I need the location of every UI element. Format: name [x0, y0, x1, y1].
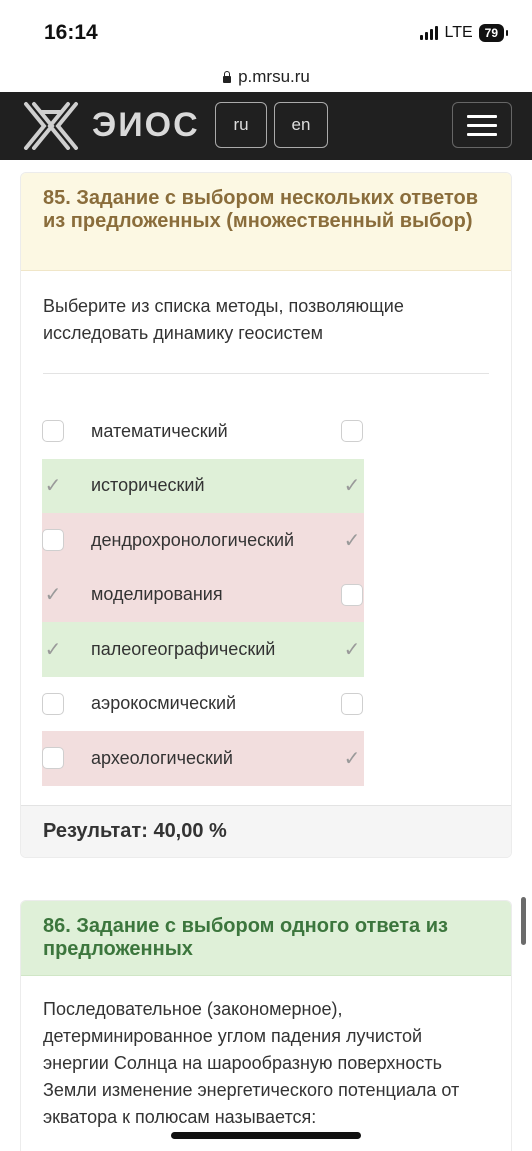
option-label: аэрокосмический: [91, 693, 237, 714]
question-text: Последовательное (закономерное), детерми…: [43, 999, 460, 1127]
menu-button[interactable]: [452, 102, 512, 148]
option-label: моделирования: [91, 584, 223, 605]
hamburger-icon: [467, 114, 497, 118]
site-header: ЭИОС ru en: [0, 92, 532, 160]
option-row: аэрокосмический: [42, 677, 364, 732]
url-text: p.mrsu.ru: [238, 67, 310, 86]
answer-checkbox[interactable]: ✓: [42, 638, 64, 661]
answer-checkbox[interactable]: ✓: [42, 584, 64, 606]
correct-answer-checkbox: [341, 583, 363, 606]
answer-checkbox[interactable]: [42, 747, 64, 770]
option-row: дендрохронологический ✓: [42, 513, 364, 568]
option-row: ✓ моделирования: [42, 567, 364, 622]
status-indicators: LTE 79: [420, 24, 509, 42]
question-title: 85. Задание с выбором нескольких ответов…: [21, 173, 511, 271]
answer-checkbox[interactable]: ✓: [42, 475, 64, 497]
options-list: математический ✓ исторический ✓ дендрохронол…: [42, 404, 364, 786]
correct-answer-checkbox: ✓: [343, 747, 361, 770]
url-bar[interactable]: p.mrsu.ru: [0, 62, 532, 92]
lang-en-button[interactable]: en: [274, 102, 328, 148]
option-row: математический: [42, 404, 364, 459]
logo[interactable]: ЭИОС: [20, 100, 200, 150]
correct-answer-checkbox: ✓: [343, 475, 361, 498]
option-label: математический: [91, 420, 228, 441]
correct-answer-checkbox: [341, 420, 363, 443]
lang-ru-button[interactable]: ru: [215, 102, 267, 148]
lock-icon: [222, 71, 232, 83]
option-label: палеогеографический: [91, 638, 276, 659]
option-label: дендрохронологический: [91, 529, 295, 550]
network-type: LTE: [444, 24, 473, 41]
status-bar: 16:14 LTE 79: [0, 0, 532, 62]
status-time: 16:14: [44, 21, 98, 44]
question-card-86: 86. Задание с выбором одного ответа из п…: [20, 900, 512, 1151]
option-row: ✓ палеогеографический ✓: [42, 622, 364, 677]
question-card-85: 85. Задание с выбором нескольких ответов…: [20, 172, 512, 858]
option-row: ✓ исторический ✓: [42, 458, 364, 513]
logo-text: ЭИОС: [92, 105, 200, 144]
correct-answer-checkbox: ✓: [343, 529, 361, 552]
option-label: археологический: [91, 747, 233, 768]
option-label: исторический: [91, 475, 205, 496]
logo-icon: [24, 102, 78, 150]
divider: [43, 373, 489, 374]
home-indicator[interactable]: [171, 1132, 361, 1139]
battery-icon: 79: [478, 24, 509, 42]
answer-checkbox[interactable]: [42, 692, 64, 715]
option-row: археологический ✓: [42, 731, 364, 786]
scrollbar[interactable]: [521, 897, 526, 945]
correct-answer-checkbox: [341, 692, 363, 715]
signal-icon: [420, 26, 439, 40]
answer-checkbox[interactable]: [42, 420, 64, 443]
correct-answer-checkbox: ✓: [343, 638, 361, 661]
answer-checkbox[interactable]: [42, 529, 64, 552]
question-title: 86. Задание с выбором одного ответа из п…: [21, 901, 511, 976]
question-text: Выберите из списка методы, позволяющие и…: [43, 296, 404, 343]
result-text: Результат: 40,00 %: [21, 805, 511, 857]
